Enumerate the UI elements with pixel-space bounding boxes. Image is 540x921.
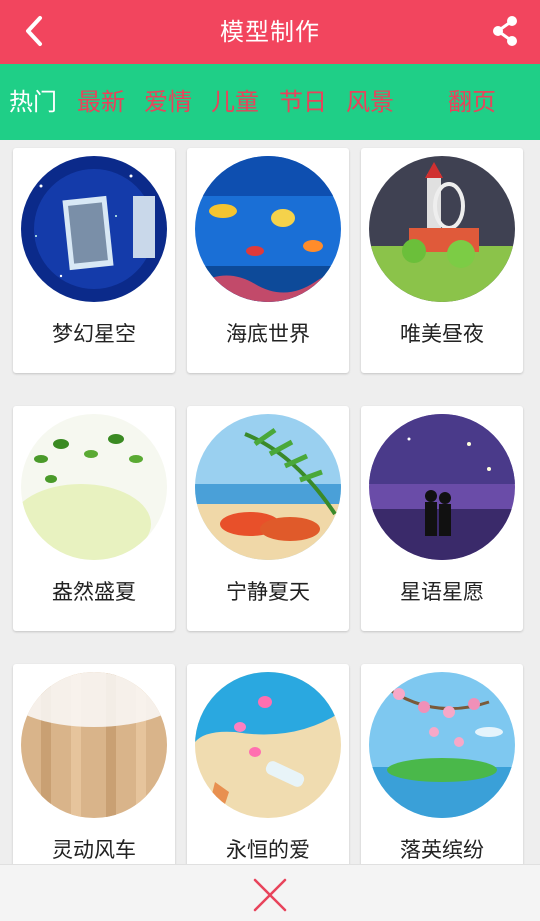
bottom-bar xyxy=(0,864,540,921)
template-card[interactable]: 灵动风车 xyxy=(13,664,175,864)
template-card[interactable]: 海底世界 xyxy=(187,148,349,373)
template-name: 灵动风车 xyxy=(52,838,136,862)
category-tabs: 热门 最新 爱情 儿童 节日 风景 翻页 xyxy=(0,64,540,140)
template-name: 梦幻星空 xyxy=(52,322,136,346)
template-card[interactable]: 宁静夏天 xyxy=(187,406,349,631)
tab-page-flip[interactable]: 翻页 xyxy=(448,64,496,140)
template-thumbnail xyxy=(369,156,515,302)
share-icon[interactable] xyxy=(490,14,520,48)
template-name: 唯美昼夜 xyxy=(400,322,484,346)
template-name: 星语星愿 xyxy=(400,580,484,604)
template-thumbnail xyxy=(195,414,341,560)
tab-latest[interactable]: 最新 xyxy=(77,64,125,140)
tab-scenery[interactable]: 风景 xyxy=(346,64,394,140)
template-name: 落英缤纷 xyxy=(400,838,484,862)
template-name: 盎然盛夏 xyxy=(52,580,136,604)
template-card[interactable]: 唯美昼夜 xyxy=(361,148,523,373)
template-thumbnail xyxy=(21,672,167,818)
template-name: 海底世界 xyxy=(226,322,310,346)
template-card[interactable]: 星语星愿 xyxy=(361,406,523,631)
tab-hot[interactable]: 热门 xyxy=(9,64,57,140)
template-thumbnail xyxy=(369,672,515,818)
template-thumbnail xyxy=(21,156,167,302)
template-card[interactable]: 落英缤纷 xyxy=(361,664,523,864)
template-name: 宁静夏天 xyxy=(226,580,310,604)
app-header: 模型制作 xyxy=(0,0,540,64)
page-title: 模型制作 xyxy=(220,18,320,46)
template-card[interactable]: 梦幻星空 xyxy=(13,148,175,373)
template-grid: 梦幻星空 海底世界 唯美昼夜 盎然盛夏 宁静夏天 星语星愿 灵动风车 永恒的爱 … xyxy=(0,140,540,864)
tab-children[interactable]: 儿童 xyxy=(211,64,259,140)
template-name: 永恒的爱 xyxy=(226,838,310,862)
tab-love[interactable]: 爱情 xyxy=(144,64,192,140)
template-thumbnail xyxy=(195,156,341,302)
close-icon[interactable] xyxy=(252,877,288,913)
template-card[interactable]: 盎然盛夏 xyxy=(13,406,175,631)
template-thumbnail xyxy=(21,414,167,560)
template-thumbnail xyxy=(369,414,515,560)
template-card[interactable]: 永恒的爱 xyxy=(187,664,349,864)
template-thumbnail xyxy=(195,672,341,818)
tab-holiday[interactable]: 节日 xyxy=(279,64,327,140)
